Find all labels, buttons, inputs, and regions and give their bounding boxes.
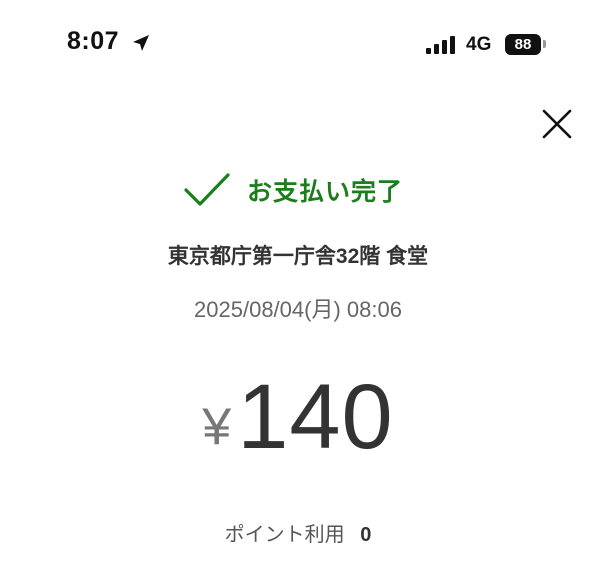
battery-level: 88 (514, 36, 532, 53)
close-icon[interactable] (540, 107, 574, 141)
points-usage-row: ポイント利用 0 (0, 518, 596, 547)
payment-complete-label: お支払い完了 (246, 178, 403, 206)
currency-symbol: ¥ (202, 398, 232, 456)
points-value: 0 (360, 524, 372, 546)
battery-cap (543, 40, 546, 48)
battery-icon: 88 (505, 34, 541, 55)
payment-datetime: 2025/08/04(月) 08:06 (194, 297, 402, 322)
status-time: 8:07 (67, 27, 120, 55)
payment-amount: ¥ 140 (0, 365, 596, 468)
amount-value: 140 (237, 366, 394, 468)
payment-complete-header: お支払い完了 (0, 170, 596, 210)
store-name: 東京都庁第一庁舎32階 食堂 (167, 245, 429, 268)
signal-bars-icon (426, 36, 455, 54)
location-arrow-icon (133, 35, 149, 51)
points-label: ポイント利用 (224, 524, 345, 546)
network-type-label: 4G (466, 34, 492, 55)
checkmark-icon (184, 173, 230, 206)
status-bar: 8:07 4G 88 (0, 0, 596, 90)
